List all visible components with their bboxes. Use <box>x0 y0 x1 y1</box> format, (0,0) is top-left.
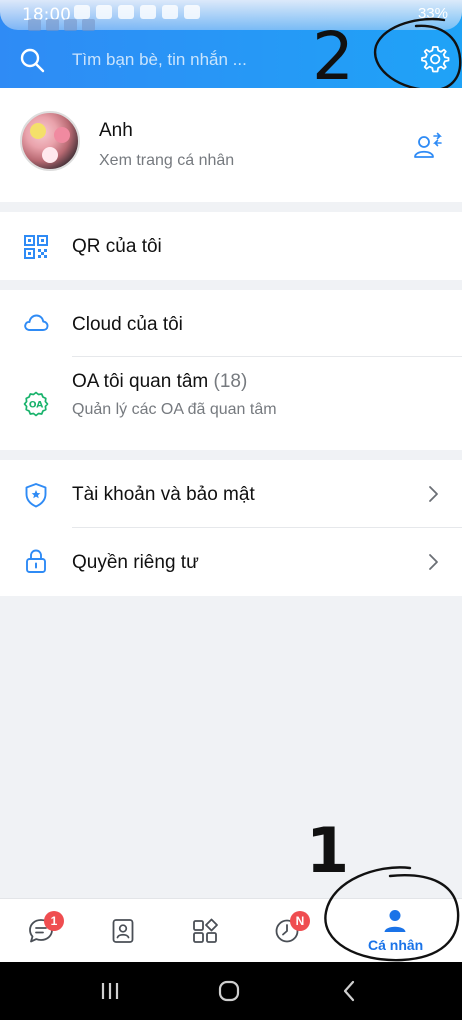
lock-icon <box>26 549 46 573</box>
annotation-circle-me-tab <box>324 866 460 962</box>
oa-title: OA tôi quan tâm <box>72 371 209 392</box>
nav-tab-discover[interactable] <box>164 899 246 963</box>
nav-tab-messages[interactable]: 1 <box>0 899 82 963</box>
account-security-label: Tài khoản và bảo mật <box>72 484 255 505</box>
messages-badge: 1 <box>44 911 64 931</box>
menu-item-qr[interactable]: QR của tôi <box>0 212 462 280</box>
chevron-right-icon <box>429 554 438 570</box>
home-icon[interactable] <box>216 978 242 1004</box>
annotation-step-2: 2 <box>312 18 354 95</box>
apps-grid-icon <box>193 918 218 943</box>
cloud-label: Cloud của tôi <box>72 314 183 335</box>
annotation-circle-settings <box>373 17 462 92</box>
qr-section: QR của tôi <box>0 212 462 280</box>
nav-tab-contacts[interactable] <box>82 899 164 963</box>
menu-item-privacy[interactable]: Quyền riêng tư <box>0 528 462 596</box>
search-input[interactable]: Tìm bạn bè, tin nhắn ... <box>72 50 247 70</box>
switch-account-icon[interactable] <box>413 132 443 160</box>
recent-apps-icon[interactable] <box>97 978 123 1004</box>
profile-card[interactable]: Anh Xem trang cá nhân <box>0 88 462 202</box>
cloud-oa-section: Cloud của tôi OA OA tôi quan tâm (18) Qu… <box>0 290 462 450</box>
svg-text:OA: OA <box>29 401 43 411</box>
oa-label: OA tôi quan tâm (18) <box>72 371 247 393</box>
oa-count: (18) <box>213 371 248 392</box>
menu-item-cloud[interactable]: Cloud của tôi <box>0 290 462 356</box>
qr-label: QR của tôi <box>72 236 162 257</box>
profile-name: Anh <box>99 120 133 141</box>
cloud-icon <box>24 314 49 331</box>
back-icon[interactable] <box>337 978 363 1004</box>
oa-subtitle: Quản lý các OA đã quan tâm <box>72 401 277 418</box>
security-section: Tài khoản và bảo mật Quyền riêng tư <box>0 460 462 596</box>
privacy-label: Quyền riêng tư <box>72 552 199 573</box>
timeline-badge: N <box>290 911 310 931</box>
shield-icon <box>25 483 47 508</box>
notification-icons <box>74 5 200 19</box>
qr-code-icon <box>24 235 48 259</box>
search-icon[interactable] <box>18 46 46 74</box>
oa-badge-icon: OA <box>23 391 49 417</box>
contacts-icon <box>112 919 134 943</box>
menu-item-account-security[interactable]: Tài khoản và bảo mật <box>0 460 462 527</box>
view-profile-link[interactable]: Xem trang cá nhân <box>99 152 234 170</box>
menu-item-oa[interactable]: OA OA tôi quan tâm (18) Quản lý các OA đ… <box>0 357 462 450</box>
chevron-right-icon <box>429 486 438 502</box>
avatar[interactable] <box>20 111 80 171</box>
nav-tab-timeline[interactable]: N <box>246 899 328 963</box>
notification-icons-row2 <box>28 19 95 31</box>
system-nav-bar <box>0 962 462 1020</box>
